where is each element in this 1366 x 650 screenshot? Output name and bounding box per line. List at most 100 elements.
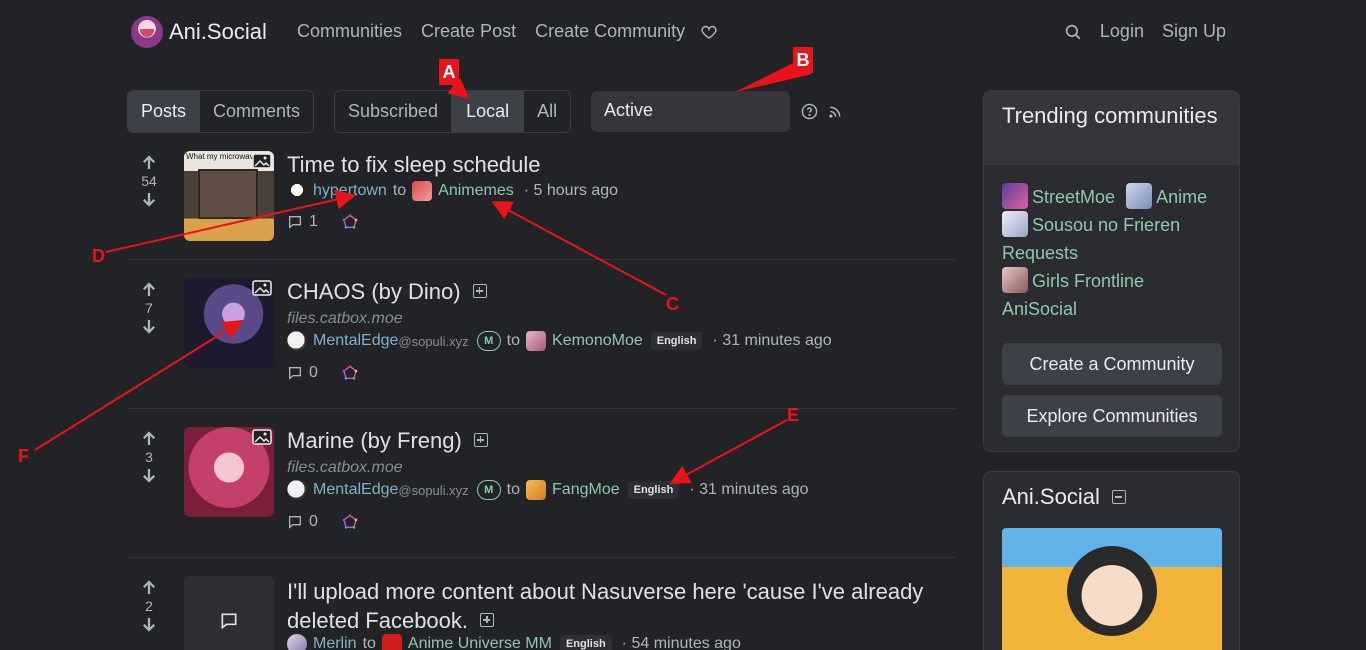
post-meta: Merlin to Anime Universe MM English · 54… <box>287 634 741 650</box>
trending-title: Trending communities <box>984 91 1239 165</box>
community-icon <box>526 480 547 500</box>
community-icon <box>1002 267 1028 293</box>
subscribed-toggle[interactable]: Subscribed <box>335 91 453 132</box>
comment-count[interactable]: 0 <box>309 364 318 382</box>
post-title-line1[interactable]: I'll upload more content about Nasuverse… <box>287 577 923 606</box>
trending-community[interactable]: Anime <box>1126 183 1207 209</box>
comments-toggle[interactable]: Comments <box>200 91 313 132</box>
post-community[interactable]: Anime Universe MM <box>408 635 552 650</box>
comment-count[interactable]: 0 <box>309 513 318 531</box>
trending-community[interactable]: AniSocial <box>1002 299 1077 319</box>
post-card: 3 Marine (by Freng) files.catbox.moe Men… <box>127 426 955 536</box>
post-title[interactable]: I'll upload more content about Nasuverse… <box>287 577 923 635</box>
upvote-icon[interactable] <box>140 281 158 299</box>
fediverse-icon[interactable] <box>342 514 358 530</box>
post-thumbnail[interactable] <box>184 576 274 650</box>
site-info-card: Ani.Social <box>983 471 1240 650</box>
post-thumbnail[interactable] <box>184 278 274 368</box>
comment-icon[interactable] <box>287 514 303 530</box>
post-actions: 0 <box>287 513 358 531</box>
trending-card: Trending communities StreetMoe Anime Sou… <box>983 90 1240 452</box>
user-avatar <box>287 480 307 500</box>
rss-icon[interactable] <box>828 105 842 119</box>
post-card: 7 CHAOS (by Dino) files.catbox.moe Menta… <box>127 277 955 387</box>
post-domain[interactable]: files.catbox.moe <box>287 310 403 328</box>
annotation-label-b: B <box>793 47 813 73</box>
fediverse-icon[interactable] <box>342 214 358 230</box>
microwave-image <box>198 169 258 219</box>
post-time: · 5 hours ago <box>523 182 619 199</box>
post-card: 54 What my microwave sees at 3 AM Time t… <box>127 150 955 250</box>
post-community[interactable]: FangMoe <box>552 481 620 499</box>
site-banner-image <box>1002 528 1222 650</box>
upvote-icon[interactable] <box>140 154 158 172</box>
post-author[interactable]: MentalEdge <box>313 481 398 499</box>
nav-communities[interactable]: Communities <box>297 21 402 42</box>
post-score: 54 <box>141 173 157 189</box>
nav-create-post[interactable]: Create Post <box>421 21 516 42</box>
donate-heart-icon[interactable] <box>700 23 718 41</box>
nav-create-community[interactable]: Create Community <box>535 21 685 42</box>
post-divider <box>127 408 955 409</box>
post-thumbnail[interactable]: What my microwave sees at 3 AM <box>184 151 274 241</box>
downvote-icon[interactable] <box>140 615 158 633</box>
downvote-icon[interactable] <box>140 466 158 484</box>
image-icon <box>252 429 272 445</box>
comment-count[interactable]: 1 <box>309 213 318 231</box>
post-author[interactable]: hypertown <box>313 182 387 200</box>
to-label: to <box>506 481 521 498</box>
upvote-icon[interactable] <box>140 430 158 448</box>
post-author[interactable]: MentalEdge <box>313 332 398 350</box>
post-title[interactable]: Marine (by Freng) <box>287 428 488 454</box>
signup-link[interactable]: Sign Up <box>1162 21 1226 42</box>
explore-communities-button[interactable]: Explore Communities <box>1002 395 1222 437</box>
post-community[interactable]: Animemes <box>438 182 514 200</box>
comment-icon[interactable] <box>287 214 303 230</box>
login-link[interactable]: Login <box>1100 21 1144 42</box>
posts-toggle[interactable]: Posts <box>128 91 201 132</box>
user-avatar <box>287 634 307 650</box>
post-card: 2 I'll upload more content about Nasuver… <box>127 575 955 650</box>
expand-icon[interactable] <box>472 284 487 299</box>
post-meta: MentalEdge @sopuli.xyz M to FangMoe Engl… <box>287 480 809 500</box>
vote-controls: 54 <box>137 154 161 208</box>
all-toggle[interactable]: All <box>524 91 570 132</box>
post-score: 7 <box>145 300 153 316</box>
local-toggle[interactable]: Local <box>452 91 525 132</box>
post-title-text[interactable]: Marine (by Freng) <box>287 428 462 453</box>
post-thumbnail[interactable] <box>184 427 274 517</box>
trending-community[interactable]: Girls Frontline <box>1002 267 1144 293</box>
vote-controls: 2 <box>137 579 161 633</box>
post-domain[interactable]: files.catbox.moe <box>287 459 403 477</box>
expand-icon[interactable] <box>480 613 495 628</box>
post-title[interactable]: Time to fix sleep schedule <box>287 152 541 178</box>
help-icon[interactable] <box>801 103 818 120</box>
post-author[interactable]: Merlin <box>313 635 357 650</box>
post-meta: MentalEdge @sopuli.xyz M to KemonoMoe En… <box>287 331 832 351</box>
brand-link[interactable]: Ani.Social <box>131 16 267 48</box>
post-divider <box>127 557 955 558</box>
trending-body: StreetMoe Anime Sousou no Frieren Reques… <box>984 165 1239 451</box>
post-meta: hypertown to Animemes · 5 hours ago <box>287 181 618 201</box>
post-title[interactable]: CHAOS (by Dino) <box>287 279 487 305</box>
search-icon[interactable] <box>1064 23 1082 41</box>
comment-icon[interactable] <box>287 365 303 381</box>
post-actions: 1 <box>287 213 358 231</box>
downvote-icon[interactable] <box>140 317 158 335</box>
site-info-header: Ani.Social <box>984 472 1239 522</box>
sort-select[interactable]: Active <box>591 91 790 132</box>
fediverse-icon[interactable] <box>342 365 358 381</box>
author-instance: @sopuli.xyz <box>398 482 469 498</box>
expand-icon[interactable] <box>473 433 488 448</box>
create-community-button[interactable]: Create a Community <box>1002 343 1222 385</box>
collapse-icon[interactable] <box>1111 490 1126 504</box>
trending-community[interactable]: StreetMoe <box>1002 183 1115 209</box>
post-title-text[interactable]: CHAOS (by Dino) <box>287 279 461 304</box>
post-title-line2[interactable]: deleted Facebook. <box>287 608 468 633</box>
vote-controls: 7 <box>137 281 161 335</box>
downvote-icon[interactable] <box>140 190 158 208</box>
trending-community[interactable]: Sousou no Frieren Requests <box>1002 211 1180 263</box>
annotation-label-c: C <box>666 294 679 314</box>
post-community[interactable]: KemonoMoe <box>552 332 643 350</box>
upvote-icon[interactable] <box>140 579 158 597</box>
